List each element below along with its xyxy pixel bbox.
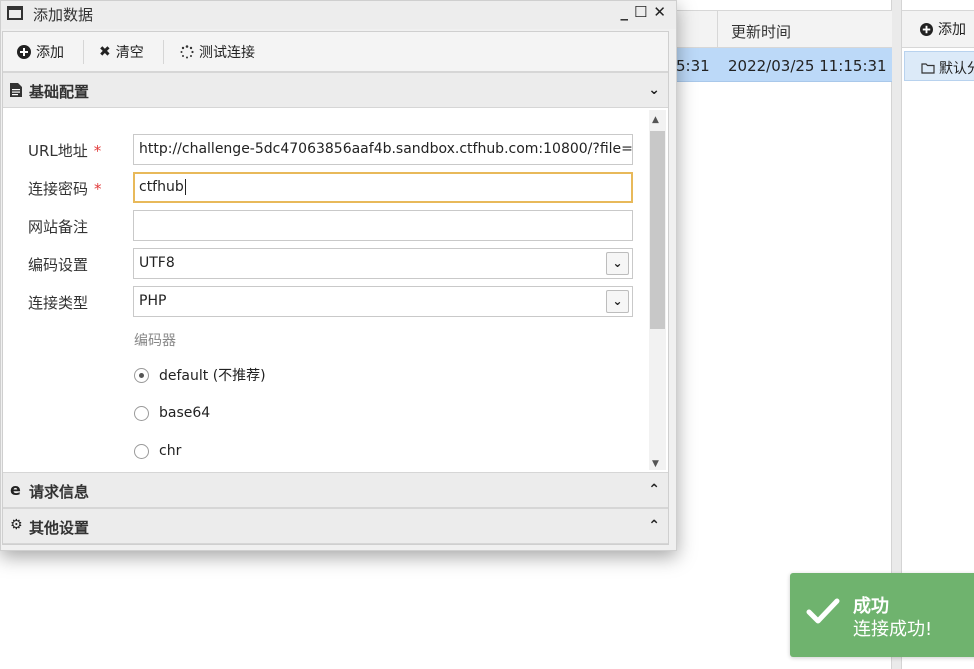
encoding-select[interactable]: UTF8 ⌄ bbox=[133, 248, 633, 279]
folder-icon bbox=[921, 63, 935, 74]
dialog-toolbar: 添加 ✖ 清空 测试连接 bbox=[3, 32, 668, 72]
test-connection-label: 测试连接 bbox=[199, 45, 255, 61]
spinner-icon bbox=[180, 45, 194, 59]
maximize-button[interactable]: ☐ bbox=[634, 3, 647, 21]
section-request-label: 请求信息 bbox=[29, 483, 90, 501]
clear-button[interactable]: ✖ 清空 bbox=[99, 42, 144, 62]
url-row: URL地址 * http://challenge-5dc47063856aaf4b… bbox=[3, 134, 648, 166]
dialog-title: 添加数据 bbox=[33, 6, 94, 24]
data-grid: 更新时间 5:31 2022/03/25 11:15:31 bbox=[676, 0, 892, 669]
type-label: 连接类型 bbox=[28, 294, 89, 312]
type-select[interactable]: PHP ⌄ bbox=[133, 286, 633, 317]
password-row: 连接密码 * ctfhub bbox=[3, 172, 648, 204]
window-icon bbox=[7, 6, 23, 20]
minimize-button[interactable]: _ bbox=[620, 3, 628, 21]
type-value: PHP bbox=[139, 293, 167, 309]
plus-circle-icon bbox=[17, 45, 31, 59]
section-other-settings[interactable]: ⚙ 其他设置 ⌃ bbox=[3, 508, 668, 544]
category-panel: 添加 默认分 bbox=[902, 0, 974, 669]
radio-button[interactable] bbox=[134, 443, 149, 459]
close-button[interactable]: ✕ bbox=[653, 3, 666, 21]
type-row: 连接类型 PHP ⌄ bbox=[3, 286, 648, 318]
encoding-value: UTF8 bbox=[139, 255, 175, 271]
chevron-up-icon: ⌃ bbox=[648, 482, 660, 498]
table-cell: 5:31 bbox=[676, 57, 710, 75]
section-request-info[interactable]: e 请求信息 ⌃ bbox=[3, 472, 668, 508]
basic-config-panel: URL地址 * http://challenge-5dc47063856aaf4b… bbox=[3, 110, 668, 472]
document-icon bbox=[10, 83, 22, 97]
column-header-updated[interactable]: 更新时间 bbox=[731, 21, 791, 42]
add-data-dialog: 添加数据 _ ☐ ✕ 添加 ✖ 清空 测试连接 基础配置 ⌄ URL地址 * h… bbox=[0, 0, 677, 551]
note-row: 网站备注 bbox=[3, 210, 648, 242]
panel-splitter[interactable] bbox=[892, 0, 902, 669]
success-toast[interactable]: 成功 连接成功! bbox=[790, 573, 974, 657]
x-icon: ✖ bbox=[99, 44, 111, 60]
add-button-label: 添加 bbox=[36, 45, 64, 61]
encoder-option-base64[interactable]: base64 bbox=[134, 401, 210, 425]
tree-item[interactable]: 默认分 bbox=[904, 51, 974, 81]
password-input[interactable]: ctfhub bbox=[133, 172, 633, 203]
encoder-option-label: default (不推荐) bbox=[159, 368, 266, 384]
section-basic-config[interactable]: 基础配置 ⌄ bbox=[3, 72, 668, 108]
encoder-option-label: chr bbox=[159, 443, 182, 459]
chevron-down-icon[interactable]: ⌄ bbox=[606, 290, 629, 313]
encoder-option-default[interactable]: default (不推荐) bbox=[134, 363, 266, 387]
dialog-body: 添加 ✖ 清空 测试连接 基础配置 ⌄ URL地址 * http://chall… bbox=[2, 31, 669, 545]
test-connection-button[interactable]: 测试连接 bbox=[180, 42, 255, 62]
password-label: 连接密码 * bbox=[28, 180, 102, 198]
note-input[interactable] bbox=[133, 210, 633, 241]
scroll-down-arrow[interactable]: ▼ bbox=[652, 459, 659, 469]
encoder-label: 编码器 bbox=[134, 333, 176, 349]
grid-column-separator bbox=[717, 11, 718, 49]
chevron-up-icon: ⌃ bbox=[648, 518, 660, 534]
category-toolbar: 添加 bbox=[902, 10, 974, 48]
tree-item-label: 默认分 bbox=[939, 61, 974, 77]
url-label: URL地址 * bbox=[28, 142, 102, 160]
check-icon bbox=[806, 598, 840, 624]
category-add-button[interactable]: 添加 bbox=[920, 19, 966, 39]
scrollbar-thumb[interactable] bbox=[650, 131, 665, 329]
encoding-row: 编码设置 UTF8 ⌄ bbox=[3, 248, 648, 280]
table-cell-updated: 2022/03/25 11:15:31 bbox=[728, 57, 887, 75]
category-add-label: 添加 bbox=[938, 22, 966, 38]
radio-button[interactable] bbox=[134, 367, 149, 383]
encoding-label: 编码设置 bbox=[28, 256, 89, 274]
clear-button-label: 清空 bbox=[115, 45, 144, 61]
toolbar-divider bbox=[83, 40, 84, 64]
radio-button[interactable] bbox=[134, 405, 149, 421]
chevron-down-icon: ⌄ bbox=[648, 82, 660, 98]
toolbar-divider bbox=[163, 40, 164, 64]
panel-scrollbar[interactable]: ▲ ▼ bbox=[649, 110, 666, 470]
encoder-option-chr[interactable]: chr bbox=[134, 439, 181, 463]
toast-message: 连接成功! bbox=[853, 619, 933, 640]
plus-circle-icon bbox=[920, 22, 933, 36]
table-row[interactable]: 5:31 2022/03/25 11:15:31 bbox=[676, 48, 892, 82]
ie-icon: e bbox=[10, 480, 21, 499]
section-other-label: 其他设置 bbox=[29, 519, 90, 537]
note-label: 网站备注 bbox=[28, 218, 89, 236]
url-input[interactable]: http://challenge-5dc47063856aaf4b.sandbo… bbox=[133, 134, 633, 165]
chevron-down-icon[interactable]: ⌄ bbox=[606, 252, 629, 275]
grid-header: 更新时间 bbox=[676, 10, 892, 49]
section-basic-label: 基础配置 bbox=[29, 83, 90, 101]
add-button[interactable]: 添加 bbox=[17, 42, 64, 62]
encoder-option-label: base64 bbox=[159, 405, 211, 421]
scroll-up-arrow[interactable]: ▲ bbox=[652, 115, 659, 125]
cogs-icon: ⚙ bbox=[10, 517, 23, 533]
dialog-titlebar[interactable]: 添加数据 _ ☐ ✕ bbox=[1, 1, 676, 29]
